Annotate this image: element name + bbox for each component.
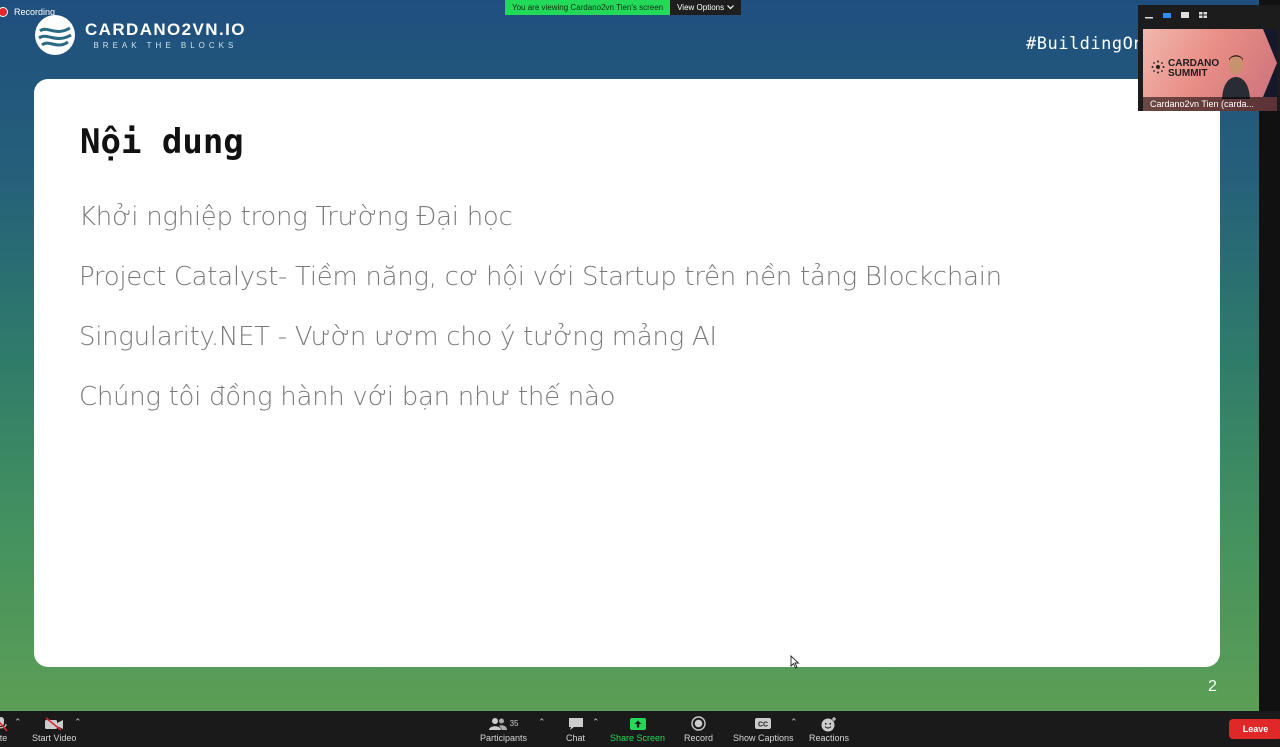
recording-dot-icon: [0, 7, 8, 17]
cardano2vn-logo: CARDANO2VN.IO BREAK THE BLOCKS: [34, 14, 246, 56]
speaker-video: CARDANO SUMMIT Cardano2vn Tien (carda...: [1143, 29, 1277, 111]
list-item: Khởi nghiệp trong Trường Đại học: [79, 202, 513, 232]
share-screen-icon: [629, 717, 646, 730]
minimize-icon[interactable]: [1144, 11, 1154, 19]
participants-label: Participants: [480, 733, 528, 743]
mute-label: ute: [0, 733, 8, 743]
participants-button[interactable]: 35 Participants: [480, 714, 527, 743]
summit-chevron-graphic: [1263, 29, 1277, 97]
viewing-screen-message: You are viewing Cardano2vn Tien's screen: [505, 0, 671, 15]
mute-button[interactable]: ute: [0, 714, 8, 743]
start-video-button[interactable]: Start Video: [32, 714, 76, 743]
view-options-label: View Options: [677, 3, 725, 12]
record-icon: [691, 716, 706, 731]
speaker-name-label: Cardano2vn Tien (carda...: [1143, 97, 1277, 111]
logo-title: CARDANO2VN.IO: [85, 20, 246, 39]
cardano-star-icon: [1151, 60, 1165, 74]
video-camera-off-icon: [45, 716, 64, 731]
video-background-text: CARDANO SUMMIT: [1168, 58, 1220, 79]
slide-title: Nội dung: [80, 122, 244, 162]
start-video-label: Start Video: [32, 733, 77, 743]
record-button[interactable]: Record: [684, 714, 713, 743]
share-screen-button[interactable]: Share Screen: [610, 714, 665, 743]
chat-caret-icon[interactable]: ⌃: [592, 717, 600, 728]
chat-button[interactable]: Chat: [566, 714, 585, 743]
captions-caret-icon[interactable]: ⌃: [790, 717, 798, 728]
mouse-cursor-icon: [790, 655, 800, 669]
speaker-person-image: [1222, 55, 1250, 99]
audio-options-caret-icon[interactable]: ⌃: [14, 717, 22, 728]
share-screen-label: Share Screen: [610, 733, 666, 743]
gallery-view-icon[interactable]: [1180, 11, 1190, 19]
svg-text:CC: CC: [758, 722, 768, 729]
logo-subtitle: BREAK THE BLOCKS: [93, 41, 238, 50]
participants-caret-icon[interactable]: ⌃: [538, 717, 546, 728]
leave-meeting-button[interactable]: Leave: [1229, 719, 1280, 739]
view-options-button[interactable]: View Options: [670, 0, 742, 15]
participants-icon: [488, 718, 507, 730]
chevron-down-icon: [727, 5, 735, 10]
reactions-label: Reactions: [809, 733, 850, 743]
video-panel-toolbar: [1138, 5, 1280, 24]
list-item: Singularity.NET - Vườn ươm cho ý tưởng m…: [79, 322, 717, 352]
chat-icon: [568, 717, 583, 730]
reactions-button[interactable]: Reactions: [809, 714, 849, 743]
chat-label: Chat: [566, 733, 586, 743]
slide-page-number: 2: [1208, 678, 1217, 695]
shared-screen: Recording CARDANO2VN.IO BREAK THE BLOCKS…: [0, 0, 1259, 711]
record-label: Record: [684, 733, 714, 743]
participants-count: 35: [509, 719, 519, 728]
microphone-muted-icon: [0, 716, 8, 732]
reactions-smiley-icon: [821, 716, 837, 731]
list-item: Chúng tôi đồng hành với bạn như thế nào: [79, 382, 616, 412]
meeting-toolbar: ute ⌃ Start Video ⌃ 35 Participants ⌃: [0, 711, 1280, 747]
video-options-caret-icon[interactable]: ⌃: [74, 717, 82, 728]
grid-view-icon[interactable]: [1198, 11, 1208, 19]
slide-content-list: Khởi nghiệp trong Trường Đại học Project…: [79, 196, 1002, 436]
hashtag-text: #BuildingOn: [1026, 34, 1145, 54]
logo-mark-icon: [35, 15, 75, 55]
show-captions-button[interactable]: CC Show Captions: [733, 714, 794, 743]
slide-card: Nội dung Khởi nghiệp trong Trường Đại họ…: [34, 79, 1220, 667]
speaker-video-panel[interactable]: CARDANO SUMMIT Cardano2vn Tien (carda...: [1138, 5, 1280, 111]
speaker-view-icon[interactable]: [1162, 11, 1172, 19]
show-captions-label: Show Captions: [733, 733, 794, 743]
closed-captions-icon: CC: [755, 718, 772, 729]
list-item: Project Catalyst- Tiềm năng, cơ hội với …: [79, 262, 1002, 292]
screen-share-banner: You are viewing Cardano2vn Tien's screen…: [505, 0, 742, 15]
